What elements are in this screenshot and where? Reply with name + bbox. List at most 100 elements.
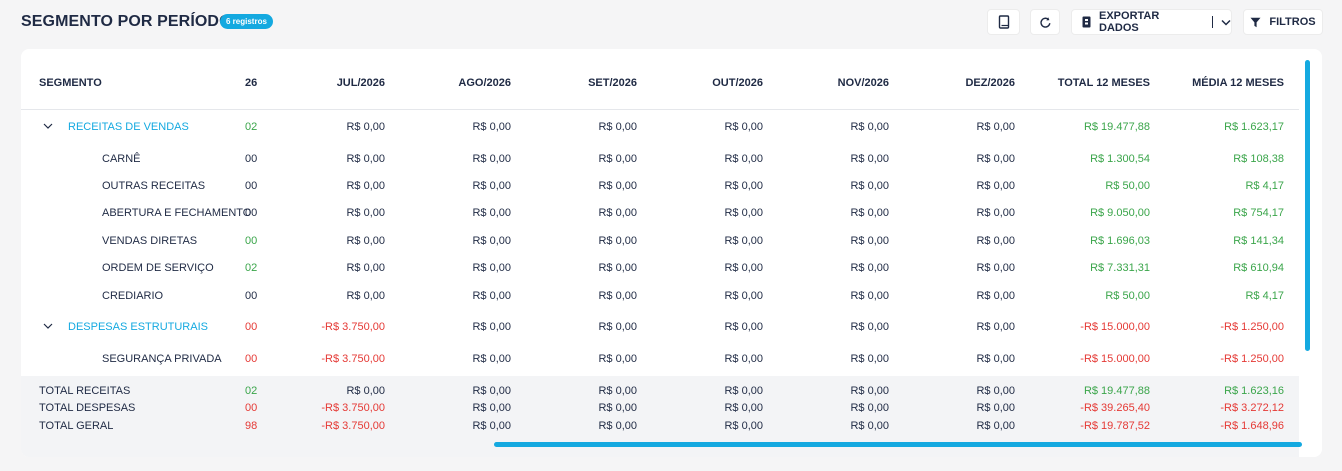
value-set: R$ 0,00: [598, 420, 637, 432]
table-row: CREDIARIO 00 R$ 0,00 R$ 0,00 R$ 0,00 R$ …: [21, 286, 1299, 306]
segment-name: ORDEM DE SERVIÇO: [102, 262, 214, 274]
group-row-receitas[interactable]: RECEITAS DE VENDAS 02 R$ 0,00 R$ 0,00 R$…: [21, 117, 1299, 137]
segment-name[interactable]: RECEITAS DE VENDAS: [68, 117, 189, 137]
value-dez: R$ 0,00: [976, 321, 1015, 333]
value-out: R$ 0,00: [724, 385, 763, 397]
value-media: R$ 1.623,16: [1224, 385, 1284, 397]
value-set: R$ 0,00: [598, 290, 637, 302]
value-ago: R$ 0,00: [472, 235, 511, 247]
count-cell: 00: [245, 353, 258, 365]
value-set: R$ 0,00: [598, 402, 637, 414]
value-set: R$ 0,00: [598, 235, 637, 247]
value-ago: R$ 0,00: [472, 385, 511, 397]
count-cell: 00: [245, 402, 258, 414]
value-set: R$ 0,00: [598, 180, 637, 192]
count-cell: 02: [245, 262, 258, 274]
value-set: R$ 0,00: [598, 262, 637, 274]
value-dez: R$ 0,00: [976, 235, 1015, 247]
table-row: CARNÊ 00 R$ 0,00 R$ 0,00 R$ 0,00 R$ 0,00…: [21, 149, 1299, 169]
value-total: R$ 19.477,88: [1083, 385, 1150, 397]
count-cell: 02: [245, 121, 258, 133]
table-header: SEGMENTO 26 JUL/2026 AGO/2026 SET/2026 O…: [21, 73, 1299, 93]
header-jul[interactable]: JUL/2026: [337, 73, 385, 93]
value-media: R$ 4,17: [1245, 180, 1284, 192]
header-segmento[interactable]: SEGMENTO: [39, 73, 102, 93]
value-media: R$ 141,34: [1233, 235, 1284, 247]
value-jul: R$ 0,00: [346, 207, 385, 219]
filters-label: FILTROS: [1269, 16, 1316, 28]
value-dez: R$ 0,00: [976, 207, 1015, 219]
value-nov: R$ 0,00: [850, 153, 889, 165]
value-dez: R$ 0,00: [976, 420, 1015, 432]
value-set: R$ 0,00: [598, 353, 637, 365]
segment-name: OUTRAS RECEITAS: [102, 180, 206, 192]
header-media[interactable]: MÉDIA 12 MESES: [1192, 73, 1284, 93]
export-file-icon: [1082, 16, 1091, 28]
header-out[interactable]: OUT/2026: [712, 73, 763, 93]
segment-name: ABERTURA E FECHAMENTO: [102, 207, 252, 219]
header-dez[interactable]: DEZ/2026: [965, 73, 1015, 93]
value-total: -R$ 19.787,52: [1080, 420, 1150, 432]
value-ago: R$ 0,00: [472, 180, 511, 192]
value-jul: R$ 0,00: [346, 235, 385, 247]
segment-name: TOTAL RECEITAS: [39, 385, 131, 397]
value-media: -R$ 1.250,00: [1220, 353, 1284, 365]
value-out: R$ 0,00: [724, 402, 763, 414]
report-table: SEGMENTO 26 JUL/2026 AGO/2026 SET/2026 O…: [21, 49, 1299, 457]
value-dez: R$ 0,00: [976, 262, 1015, 274]
export-data-button[interactable]: EXPORTAR DADOS: [1071, 9, 1232, 35]
value-jul: R$ 0,00: [346, 262, 385, 274]
header-total[interactable]: TOTAL 12 MESES: [1058, 73, 1150, 93]
filters-button[interactable]: FILTROS: [1243, 9, 1323, 35]
segment-name[interactable]: DESPESAS ESTRUTURAIS: [68, 317, 208, 337]
count-cell: 98: [245, 420, 258, 432]
count-cell: 00: [245, 180, 258, 192]
segment-name: SEGURANÇA PRIVADA: [102, 353, 222, 365]
records-badge: 6 registros: [220, 14, 273, 29]
value-nov: R$ 0,00: [850, 180, 889, 192]
value-nov: R$ 0,00: [850, 402, 889, 414]
value-media: R$ 754,17: [1233, 207, 1284, 219]
header-nov[interactable]: NOV/2026: [838, 73, 889, 93]
value-total: R$ 9.050,00: [1090, 207, 1150, 219]
vertical-scrollbar[interactable]: [1305, 60, 1310, 351]
value-nov: R$ 0,00: [850, 290, 889, 302]
export-divider: [1212, 16, 1214, 28]
book-button[interactable]: [987, 9, 1020, 35]
value-media: R$ 610,94: [1233, 262, 1284, 274]
horizontal-scrollbar[interactable]: [494, 442, 1302, 447]
value-ago: R$ 0,00: [472, 262, 511, 274]
value-out: R$ 0,00: [724, 180, 763, 192]
book-icon: [998, 15, 1010, 29]
collapse-chevron-icon[interactable]: [43, 121, 53, 134]
total-receitas-row: TOTAL RECEITAS 02 R$ 0,00 R$ 0,00 R$ 0,0…: [21, 382, 1299, 400]
value-jul: -R$ 3.750,00: [321, 402, 385, 414]
value-nov: R$ 0,00: [850, 321, 889, 333]
value-ago: R$ 0,00: [472, 353, 511, 365]
count-cell: 00: [245, 153, 258, 165]
value-total: R$ 50,00: [1105, 180, 1150, 192]
table-row: ABERTURA E FECHAMENTO 00 R$ 0,00 R$ 0,00…: [21, 203, 1299, 223]
value-ago: R$ 0,00: [472, 420, 511, 432]
value-out: R$ 0,00: [724, 153, 763, 165]
header-set[interactable]: SET/2026: [588, 73, 637, 93]
value-out: R$ 0,00: [724, 207, 763, 219]
collapse-chevron-icon[interactable]: [43, 321, 53, 334]
value-jul: R$ 0,00: [346, 121, 385, 133]
value-total: -R$ 15.000,00: [1080, 353, 1150, 365]
group-row-despesas[interactable]: DESPESAS ESTRUTURAIS 00 -R$ 3.750,00 R$ …: [21, 317, 1299, 337]
value-dez: R$ 0,00: [976, 385, 1015, 397]
header-ago[interactable]: AGO/2026: [458, 73, 511, 93]
value-total: R$ 19.477,88: [1083, 121, 1150, 133]
table-row: ORDEM DE SERVIÇO 02 R$ 0,00 R$ 0,00 R$ 0…: [21, 258, 1299, 278]
header-26[interactable]: 26: [245, 73, 257, 93]
total-despesas-row: TOTAL DESPESAS 00 -R$ 3.750,00 R$ 0,00 R…: [21, 399, 1299, 417]
value-dez: R$ 0,00: [976, 153, 1015, 165]
page-title: SEGMENTO POR PERÍODO: [21, 13, 232, 30]
refresh-button[interactable]: [1030, 9, 1060, 35]
count-cell: 00: [245, 207, 258, 219]
value-media: -R$ 1.648,96: [1220, 420, 1284, 432]
chevron-down-icon[interactable]: [1221, 19, 1231, 26]
value-dez: R$ 0,00: [976, 180, 1015, 192]
value-jul: R$ 0,00: [346, 180, 385, 192]
